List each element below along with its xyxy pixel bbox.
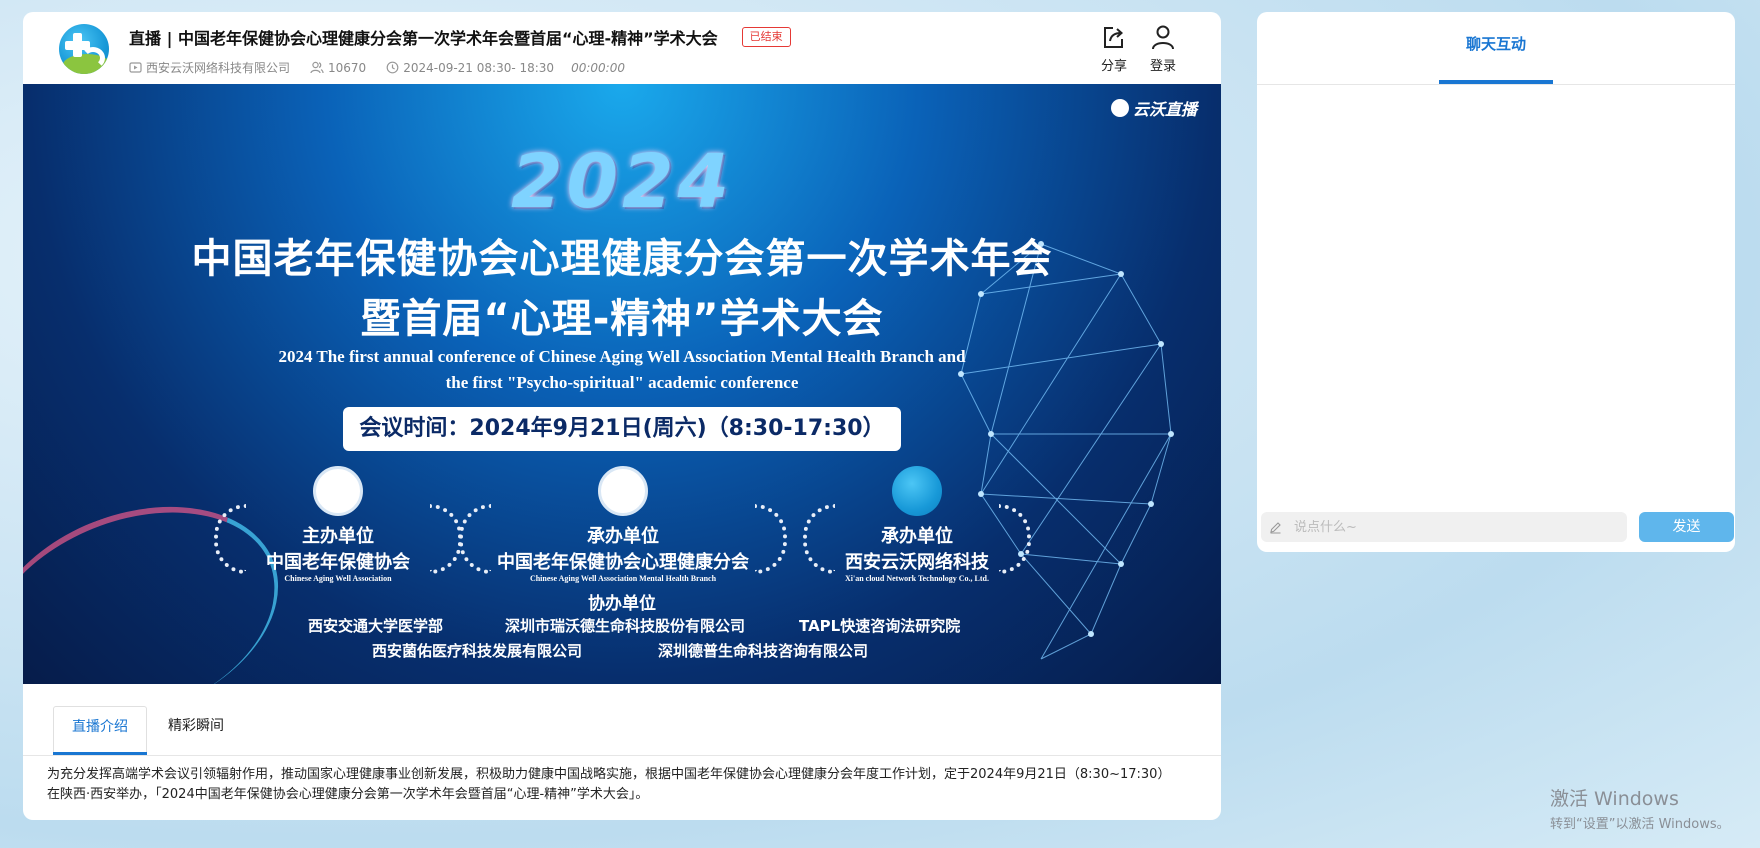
- chat-input[interactable]: [1294, 519, 1594, 535]
- organizer-company: 承办单位 西安云沃网络科技 Xi'an cloud Network Techno…: [803, 466, 1031, 583]
- tab-live-intro[interactable]: 直播介绍: [53, 706, 147, 755]
- globe-icon: [1110, 99, 1129, 117]
- branch-seal-icon: [598, 466, 648, 516]
- co-organizer: 深圳市瑞沃德生命科技股份有限公司: [505, 617, 746, 635]
- schedule-time: 2024-09-21 08:30- 18:30: [403, 60, 555, 75]
- share-button[interactable]: 分享: [1094, 24, 1134, 74]
- users-icon: [310, 61, 324, 74]
- share-label: 分享: [1100, 59, 1127, 74]
- organizer-branch: 承办单位 中国老年保健协会心理健康分会 Chinese Aging Well A…: [459, 466, 787, 583]
- live-header: 直播 | 中国老年保健协会心理健康分会第一次学术年会暨首届“心理-精神”学术大会…: [23, 12, 1221, 84]
- banner-english-title: 2024 The first annual conference of Chin…: [278, 347, 966, 392]
- live-title: 直播 | 中国老年保健协会心理健康分会第一次学术年会暨首届“心理-精神”学术大会: [129, 29, 718, 48]
- tab-chat[interactable]: 聊天互动: [1439, 22, 1553, 84]
- chat-divider: [1257, 84, 1735, 85]
- content-tabs: 直播介绍 精彩瞬间: [23, 684, 1221, 756]
- windows-activation-watermark: 激活 Windows 转到“设置”以激活 Windows。: [1550, 788, 1730, 832]
- meeting-time: 会议时间：2024年9月21日(周六)（8:30-17:30）: [343, 407, 901, 451]
- organizer-name: 西安云沃网络科技有限公司: [146, 61, 291, 75]
- banner-title-line2: 暨首届“心理-精神”学术大会: [360, 296, 884, 342]
- video-icon: [129, 62, 142, 73]
- share-icon: [1104, 27, 1124, 48]
- viewers-meta: 10670: [310, 61, 366, 75]
- viewer-count: 10670: [328, 60, 367, 75]
- co-organizer: 西安交通大学医学部: [308, 617, 444, 635]
- send-button[interactable]: 发送: [1639, 512, 1734, 542]
- host-organization: 主办单位 中国老年保健协会 Chinese Aging Well Associa…: [214, 466, 462, 583]
- pencil-icon: [1270, 521, 1281, 534]
- co-organizer: 深圳德普生命科技咨询有限公司: [658, 642, 869, 660]
- co-organizer: 西安菌佑医疗科技发展有限公司: [372, 642, 583, 660]
- live-main-card: 直播 | 中国老年保健协会心理健康分会第一次学术年会暨首届“心理-精神”学术大会…: [23, 12, 1221, 820]
- banner-brand: 云沃直播: [1110, 96, 1197, 120]
- login-label: 登录: [1149, 59, 1176, 74]
- co-organizer-title: 协办单位: [588, 594, 656, 614]
- tab-highlights[interactable]: 精彩瞬间: [151, 706, 241, 754]
- login-button[interactable]: 登录: [1143, 24, 1183, 74]
- duration: 00:00:00: [571, 60, 625, 75]
- live-description: 为充分发挥高端学术会议引领辐射作用，推动国家心理健康事业创新发展，积极助力健康中…: [47, 767, 1164, 802]
- banner-title-line1: 中国老年保健协会心理健康分会第一次学术年会: [191, 236, 1053, 282]
- company-logo: [59, 24, 109, 74]
- user-icon: [1152, 25, 1174, 50]
- live-meta: 西安云沃网络科技有限公司 10670 2024-09-21 08:30- 18:…: [129, 59, 625, 76]
- live-banner[interactable]: 云沃直播 2024 中国老年保健协会心理健康分会第一次学术年会 暨首届“心理-精…: [23, 84, 1221, 684]
- co-organizer: TAPL快速咨询法研究院: [799, 617, 961, 635]
- association-seal-icon: [313, 466, 363, 516]
- banner-year: 2024: [511, 139, 733, 225]
- company-seal-icon: [892, 466, 942, 516]
- schedule-meta: 2024-09-21 08:30- 18:30: [386, 61, 554, 75]
- chat-panel: 聊天互动 发送: [1257, 12, 1735, 552]
- organizer-meta: 西安云沃网络科技有限公司: [129, 59, 290, 76]
- status-badge: 已结束: [741, 27, 791, 47]
- clock-icon: [386, 61, 399, 74]
- chat-input-box[interactable]: [1261, 512, 1627, 542]
